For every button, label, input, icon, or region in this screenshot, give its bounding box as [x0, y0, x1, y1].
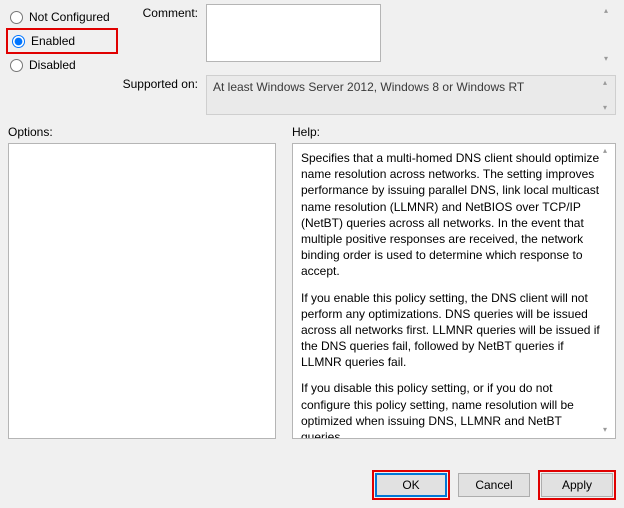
help-scroll-icon: ▴▾ — [603, 146, 613, 436]
radio-enabled-input[interactable] — [12, 35, 25, 48]
comment-row: Comment: ▴▾ — [118, 4, 616, 65]
apply-button[interactable]: Apply — [541, 473, 613, 497]
help-paragraph-2: If you enable this policy setting, the D… — [301, 290, 601, 371]
radio-not-configured[interactable]: Not Configured — [8, 6, 118, 28]
help-paragraph-3: If you disable this policy setting, or i… — [301, 380, 601, 439]
help-column: Help: Specifies that a multi-homed DNS c… — [292, 125, 616, 439]
policy-dialog: Not Configured Enabled Disabled Comment:… — [0, 0, 624, 508]
mid-area: Options: Help: Specifies that a multi-ho… — [0, 115, 624, 439]
options-box[interactable] — [8, 143, 276, 439]
options-label: Options: — [8, 125, 276, 139]
radio-disabled-input[interactable] — [10, 59, 23, 72]
meta-column: Comment: ▴▾ Supported on: At least Windo… — [118, 4, 616, 115]
help-paragraph-1: Specifies that a multi-homed DNS client … — [301, 150, 601, 280]
radio-disabled-label: Disabled — [29, 58, 76, 72]
radio-not-configured-input[interactable] — [10, 11, 23, 24]
comment-label: Comment: — [118, 4, 206, 20]
comment-scroll-icon: ▴▾ — [604, 6, 614, 63]
options-column: Options: — [8, 125, 276, 439]
supported-value: At least Windows Server 2012, Windows 8 … — [213, 80, 524, 94]
top-area: Not Configured Enabled Disabled Comment:… — [0, 0, 624, 115]
highlight-apply: Apply — [538, 470, 616, 500]
ok-button[interactable]: OK — [375, 473, 447, 497]
supported-box: At least Windows Server 2012, Windows 8 … — [206, 75, 616, 115]
radio-enabled-label: Enabled — [31, 34, 75, 48]
radio-enabled[interactable]: Enabled — [10, 30, 114, 52]
highlight-enabled: Enabled — [6, 28, 118, 54]
supported-label: Supported on: — [118, 75, 206, 91]
state-radio-group: Not Configured Enabled Disabled — [8, 4, 118, 115]
radio-not-configured-label: Not Configured — [29, 10, 110, 24]
radio-disabled[interactable]: Disabled — [8, 54, 118, 76]
comment-wrap: ▴▾ — [206, 4, 616, 65]
help-label: Help: — [292, 125, 616, 139]
button-bar: OK Cancel Apply — [372, 470, 616, 500]
cancel-button[interactable]: Cancel — [458, 473, 530, 497]
comment-input[interactable] — [206, 4, 381, 62]
supported-row: Supported on: At least Windows Server 20… — [118, 75, 616, 115]
highlight-ok: OK — [372, 470, 450, 500]
help-box[interactable]: Specifies that a multi-homed DNS client … — [292, 143, 616, 439]
supported-scroll-icon: ▴▾ — [603, 78, 613, 112]
